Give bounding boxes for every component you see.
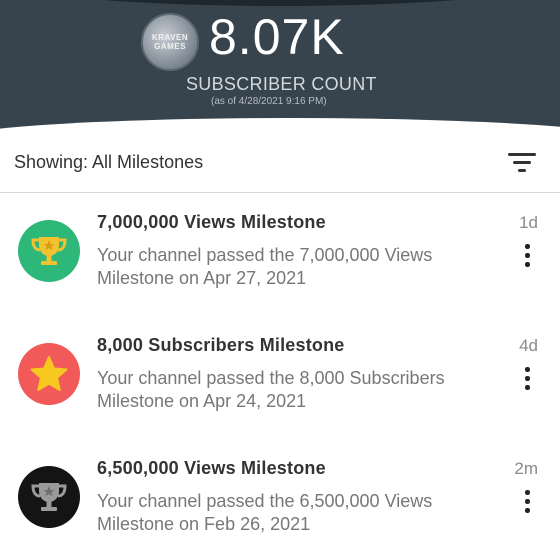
- list-item[interactable]: 8,000 Subscribers Milestone Your channel…: [0, 315, 560, 437]
- milestone-badge: [18, 466, 80, 528]
- channel-avatar[interactable]: KRAVEN GAMES: [141, 13, 199, 71]
- milestone-description: Your channel passed the 7,000,000 Views …: [97, 245, 433, 288]
- milestone-badge: [18, 220, 80, 282]
- milestone-description: Your channel passed the 8,000 Subscriber…: [97, 368, 445, 411]
- list-item[interactable]: 7,000,000 Views Milestone Your channel p…: [0, 192, 560, 314]
- milestone-title: 6,500,000 Views Milestone: [97, 458, 326, 478]
- avatar-text: KRAVEN GAMES: [151, 33, 189, 51]
- subscriber-count-date: (as of 4/28/2021 9:16 PM): [211, 96, 327, 107]
- star-icon: [30, 356, 68, 391]
- milestone-time: 2m: [514, 459, 538, 478]
- filter-label: Showing: All Milestones: [14, 152, 204, 172]
- more-options-icon[interactable]: [522, 244, 532, 270]
- trophy-icon: [31, 237, 67, 265]
- filter-bar: Showing: All Milestones: [0, 136, 560, 193]
- milestone-time: 4d: [519, 336, 538, 355]
- header-bottom-wave: [0, 118, 560, 136]
- more-options-icon[interactable]: [522, 367, 532, 393]
- subscriber-count-label: SUBSCRIBER COUNT: [186, 74, 377, 94]
- milestone-title: 8,000 Subscribers Milestone: [97, 335, 345, 355]
- milestone-description: Your channel passed the 6,500,000 Views …: [97, 491, 433, 534]
- milestone-badge: [18, 343, 80, 405]
- trophy-icon: [31, 483, 67, 511]
- milestone-time: 1d: [519, 213, 538, 232]
- filter-icon[interactable]: [508, 151, 538, 175]
- milestone-title: 7,000,000 Views Milestone: [97, 212, 326, 232]
- more-options-icon[interactable]: [522, 490, 532, 516]
- list-item[interactable]: 6,500,000 Views Milestone Your channel p…: [0, 438, 560, 560]
- subscriber-header: KRAVEN GAMES 8.07K SUBSCRIBER COUNT (as …: [0, 0, 560, 136]
- subscriber-count: 8.07K: [209, 9, 345, 65]
- header-top-wave: [0, 0, 560, 6]
